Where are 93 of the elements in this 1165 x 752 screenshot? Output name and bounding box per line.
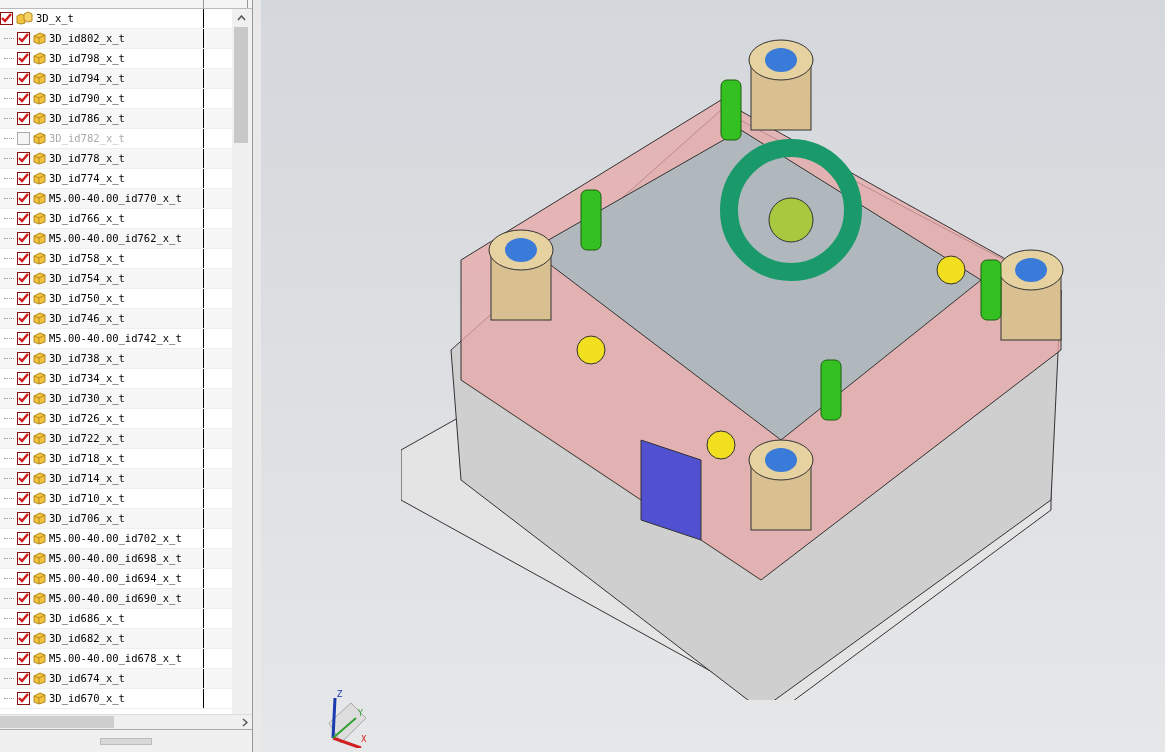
part-cube-icon (33, 371, 46, 385)
part-cube-icon (33, 531, 46, 545)
part-cube-icon (33, 691, 46, 705)
tree-item-label[interactable]: 3D_id750_x_t (49, 292, 125, 305)
part-cube-icon (33, 211, 46, 225)
tree-item-label[interactable]: 3D_id758_x_t (49, 252, 125, 265)
checkbox[interactable] (17, 271, 30, 285)
part-cube-icon (33, 151, 46, 165)
scrollbar-thumb[interactable] (234, 26, 248, 143)
checkbox[interactable] (17, 111, 30, 125)
tree-item-label[interactable]: 3D_id766_x_t (49, 212, 125, 225)
checkbox[interactable] (17, 451, 30, 465)
checkbox[interactable] (17, 511, 30, 525)
tree-item-label[interactable]: 3D_id734_x_t (49, 372, 125, 385)
checkbox[interactable] (17, 31, 30, 45)
part-cube-icon (33, 451, 46, 465)
part-cube-icon (33, 71, 46, 85)
part-cube-icon (33, 231, 46, 245)
checkbox[interactable] (17, 191, 30, 205)
checkbox[interactable] (17, 231, 30, 245)
tree-item-label[interactable]: 3D_id686_x_t (49, 612, 125, 625)
part-cube-icon (33, 611, 46, 625)
checkbox[interactable] (17, 631, 30, 645)
tree-item-label[interactable]: 3D_id790_x_t (49, 92, 125, 105)
checkbox[interactable] (17, 131, 30, 145)
part-cube-icon (33, 311, 46, 325)
checkbox[interactable] (17, 651, 30, 665)
assembly-icon (16, 11, 33, 26)
checkbox[interactable] (17, 151, 30, 165)
checkbox[interactable] (17, 671, 30, 685)
part-cube-icon (33, 491, 46, 505)
splitter-grip[interactable] (100, 737, 152, 745)
checkbox[interactable] (17, 331, 30, 345)
part-cube-icon (33, 431, 46, 445)
chevron-up-icon[interactable] (236, 14, 246, 21)
tree-item-label[interactable]: M5.00-40.00_id694_x_t (49, 572, 182, 585)
part-cube-icon (33, 31, 46, 45)
tree-item-label[interactable]: 3D_x_t (36, 12, 74, 25)
part-cube-icon (33, 51, 46, 65)
part-cube-icon (33, 131, 46, 145)
tree-item-label[interactable]: 3D_id710_x_t (49, 492, 125, 505)
checkbox[interactable] (17, 351, 30, 365)
part-cube-icon (33, 471, 46, 485)
part-cube-icon (33, 271, 46, 285)
part-cube-icon (33, 111, 46, 125)
part-cube-icon (33, 291, 46, 305)
part-cube-icon (33, 511, 46, 525)
part-cube-icon (33, 571, 46, 585)
tree-item-label[interactable]: M5.00-40.00_id742_x_t (49, 332, 182, 345)
checkbox[interactable] (17, 591, 30, 605)
tree-item-label[interactable]: M5.00-40.00_id678_x_t (49, 652, 182, 665)
checkbox[interactable] (17, 411, 30, 425)
checkbox[interactable] (17, 251, 30, 265)
checkbox[interactable] (17, 211, 30, 225)
horizontal-scrollbar[interactable] (0, 714, 252, 730)
scrollbar-thumb[interactable] (0, 716, 114, 729)
checkbox[interactable] (17, 531, 30, 545)
checkbox[interactable] (0, 11, 13, 25)
part-cube-icon (33, 551, 46, 565)
checkbox[interactable] (17, 51, 30, 65)
checkbox[interactable] (17, 571, 30, 585)
part-cube-icon (33, 591, 46, 605)
checkbox[interactable] (17, 431, 30, 445)
checkbox[interactable] (17, 291, 30, 305)
part-cube-icon (33, 191, 46, 205)
part-cube-icon (33, 91, 46, 105)
checkbox[interactable] (17, 491, 30, 505)
checkbox[interactable] (17, 691, 30, 705)
checkbox[interactable] (17, 391, 30, 405)
tree-item-label[interactable]: M5.00-40.00_id702_x_t (49, 532, 182, 545)
part-cube-icon (33, 411, 46, 425)
checkbox[interactable] (17, 91, 30, 105)
checkbox[interactable] (17, 471, 30, 485)
tree-item-label[interactable]: 3D_id726_x_t (49, 412, 125, 425)
part-cube-icon (33, 171, 46, 185)
part-cube-icon (33, 391, 46, 405)
part-cube-icon (33, 251, 46, 265)
checkbox[interactable] (17, 551, 30, 565)
tree-item-label[interactable]: 3D_id670_x_t (49, 692, 125, 705)
tree-item-label[interactable]: 3D_id774_x_t (49, 172, 125, 185)
part-cube-icon (33, 651, 46, 665)
tree-item-label[interactable]: 3D_id798_x_t (49, 52, 125, 65)
tree-item-label[interactable]: 3D_id718_x_t (49, 452, 125, 465)
part-cube-icon (33, 671, 46, 685)
checkbox[interactable] (17, 311, 30, 325)
checkbox[interactable] (17, 171, 30, 185)
checkbox[interactable] (17, 71, 30, 85)
part-cube-icon (33, 631, 46, 645)
part-cube-icon (33, 351, 46, 365)
checkbox[interactable] (17, 371, 30, 385)
checkbox[interactable] (17, 611, 30, 625)
chevron-right-icon[interactable] (242, 717, 248, 727)
part-cube-icon (33, 331, 46, 345)
